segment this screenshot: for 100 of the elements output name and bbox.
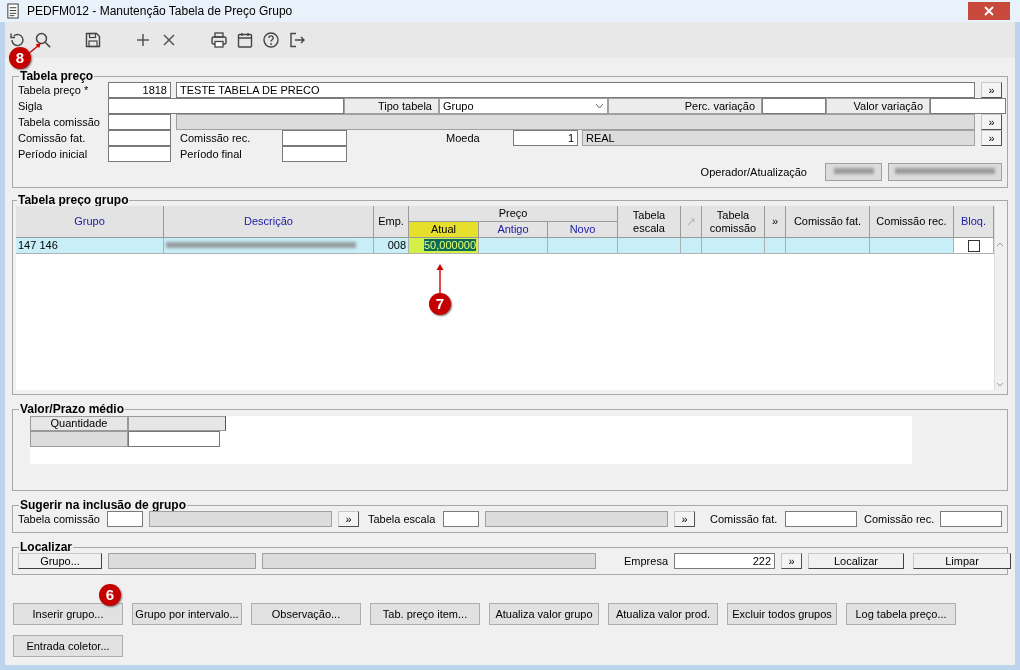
- table-cell: [548, 238, 618, 254]
- action-button[interactable]: Tab. preço item...: [370, 603, 480, 625]
- text-field[interactable]: [108, 130, 171, 146]
- blurred-text: [833, 168, 874, 174]
- section-title: Valor/Prazo médio: [19, 403, 126, 415]
- section-title: Localizar: [19, 541, 74, 553]
- column-header[interactable]: Tabela escala: [618, 206, 681, 238]
- close-button[interactable]: [968, 2, 1010, 20]
- field-label: Operador/Atualização: [700, 165, 808, 180]
- table-cell: [702, 238, 765, 254]
- field-label: Tabela comissão: [18, 115, 101, 130]
- cell-editor[interactable]: 50,000000: [409, 238, 479, 254]
- field-label: Período inicial: [18, 147, 89, 162]
- text-field[interactable]: 1818: [108, 82, 171, 98]
- close-icon: [984, 6, 994, 16]
- action-button[interactable]: Excluir todos grupos: [727, 603, 837, 625]
- action-button[interactable]: Inserir grupo...: [13, 603, 123, 625]
- column-header: Quantidade: [30, 416, 128, 431]
- text-field[interactable]: [282, 146, 347, 162]
- action-button[interactable]: Atualiza valor grupo: [489, 603, 599, 625]
- button[interactable]: Limpar: [913, 553, 1011, 569]
- action-button[interactable]: Atualiza valor prod.: [608, 603, 718, 625]
- lookup-button[interactable]: »: [981, 82, 1002, 98]
- field-label: Empresa: [624, 554, 670, 569]
- field-label: Comissão fat.: [18, 131, 87, 146]
- lookup-button[interactable]: »: [338, 511, 359, 527]
- text-field[interactable]: [930, 98, 1006, 114]
- action-button[interactable]: Log tabela preço...: [846, 603, 956, 625]
- readonly-field: REAL: [582, 130, 975, 146]
- save-icon[interactable]: [84, 31, 102, 49]
- button[interactable]: Grupo...: [18, 553, 102, 569]
- table-cell: [618, 238, 681, 254]
- column-header[interactable]: »: [765, 206, 786, 238]
- lookup-button[interactable]: »: [781, 553, 802, 569]
- column-header[interactable]: Tabela comissão: [702, 206, 765, 238]
- field-label: Tabela preço *: [18, 83, 90, 98]
- field-label: Comissão fat.: [710, 512, 779, 527]
- undo-icon[interactable]: [8, 31, 26, 49]
- table-cell: [681, 238, 702, 254]
- column-header[interactable]: Novo: [548, 222, 618, 238]
- field-label: Perc. variação: [608, 98, 762, 114]
- text-field[interactable]: [108, 146, 171, 162]
- column-header[interactable]: Bloq.: [954, 206, 994, 238]
- dropdown-value: Grupo: [443, 99, 475, 113]
- printer-icon[interactable]: [210, 31, 228, 49]
- field-label: Sigla: [18, 99, 44, 114]
- column-header[interactable]: Grupo: [16, 206, 164, 238]
- text-field[interactable]: 1: [513, 130, 578, 146]
- action-button[interactable]: Grupo por intervalo...: [132, 603, 242, 625]
- column-header[interactable]: Comissão fat.: [786, 206, 870, 238]
- field-label: Tabela escala: [368, 512, 437, 527]
- text-field[interactable]: [128, 431, 220, 447]
- column-header[interactable]: Descrição: [164, 206, 374, 238]
- dropdown[interactable]: Grupo: [439, 98, 608, 114]
- text-field[interactable]: [443, 511, 479, 527]
- column-header[interactable]: Antigo: [479, 222, 548, 238]
- column-header[interactable]: Comissão rec.: [870, 206, 954, 238]
- text-field[interactable]: [107, 511, 143, 527]
- table-cell: [479, 238, 548, 254]
- section-title: Sugerir na inclusão de grupo: [19, 499, 188, 511]
- button[interactable]: Localizar: [808, 553, 904, 569]
- table-cell: 147 146: [16, 238, 164, 254]
- text-field[interactable]: [940, 511, 1002, 527]
- table-cell: 008: [374, 238, 409, 254]
- column-group-header: Preço: [409, 206, 618, 222]
- chevron-down-icon: [595, 103, 604, 109]
- lookup-button[interactable]: »: [674, 511, 695, 527]
- scroll-down-icon[interactable]: [995, 382, 1004, 387]
- scroll-up-icon[interactable]: [995, 242, 1004, 247]
- help-icon[interactable]: [262, 31, 280, 49]
- field-label: Comissão rec.: [179, 131, 252, 146]
- lookup-button[interactable]: »: [981, 130, 1002, 146]
- section-title: Tabela preço: [19, 70, 95, 82]
- section-title: Tabela preço grupo: [17, 194, 130, 206]
- add-icon[interactable]: [134, 31, 152, 49]
- text-field[interactable]: [282, 130, 347, 146]
- lookup-button[interactable]: »: [981, 114, 1002, 130]
- field-label: Tabela comissão: [18, 512, 101, 527]
- exit-icon[interactable]: [288, 31, 306, 49]
- document-icon: [6, 3, 20, 19]
- text-field[interactable]: [108, 98, 344, 114]
- text-field[interactable]: [785, 511, 857, 527]
- text-field[interactable]: 222: [674, 553, 775, 569]
- text-field[interactable]: [762, 98, 826, 114]
- field-label: Valor variação: [826, 98, 930, 114]
- callout-arrow: [436, 264, 444, 294]
- search-icon[interactable]: [34, 31, 52, 49]
- checkbox[interactable]: [967, 239, 980, 252]
- text-field[interactable]: [108, 114, 171, 130]
- action-button[interactable]: Observação...: [251, 603, 361, 625]
- field-label: Comissão rec.: [864, 512, 936, 527]
- table-cell: [765, 238, 786, 254]
- column-header[interactable]: Atual: [409, 222, 479, 238]
- text-field[interactable]: TESTE TABELA DE PRECO: [176, 82, 975, 98]
- field-label: Tipo tabela: [344, 98, 439, 114]
- column-header[interactable]: Emp.: [374, 206, 409, 238]
- action-button[interactable]: Entrada coletor...: [13, 635, 123, 657]
- calendar-icon[interactable]: [236, 31, 254, 49]
- window-title: PEDFM012 - Manutenção Tabela de Preço Grupo: [27, 3, 293, 20]
- field-label: Moeda: [445, 131, 481, 146]
